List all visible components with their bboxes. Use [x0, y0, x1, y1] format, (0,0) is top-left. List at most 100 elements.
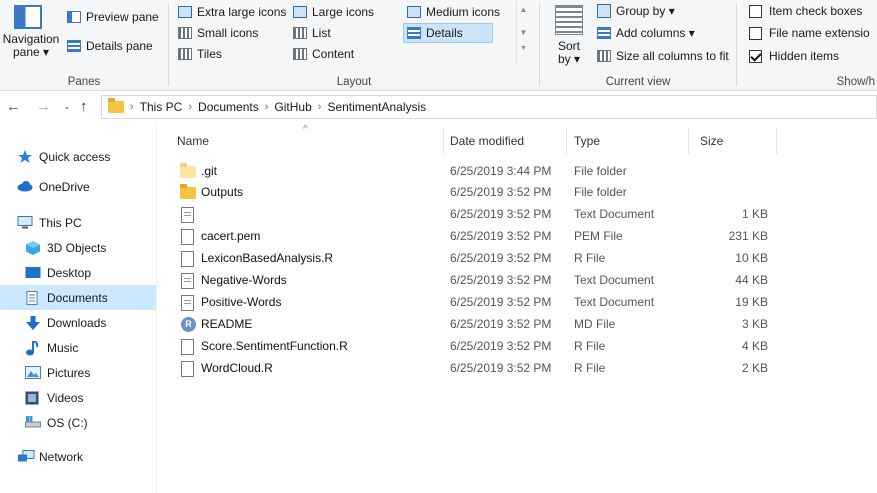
sidebar-item-3d-objects[interactable]: 3D Objects [0, 235, 156, 260]
pictures-icon [25, 366, 41, 379]
layout-small-icons[interactable]: Small icons [178, 26, 258, 40]
folder-icon [108, 98, 124, 113]
sort-by-button[interactable]: Sort by ▾ [548, 0, 590, 68]
sidebar-item-pictures[interactable]: Pictures [0, 360, 156, 385]
table-row[interactable]: Outputs 6/25/2019 3:52 PM File folder [175, 181, 775, 203]
preview-pane-button[interactable]: Preview pane [67, 10, 159, 24]
sidebar-item-music[interactable]: Music [0, 335, 156, 360]
file-type: MD File [574, 317, 616, 331]
column-divider[interactable] [443, 128, 444, 154]
preview-pane-icon [67, 11, 81, 23]
layout-content[interactable]: Content [293, 47, 354, 61]
sidebar-item-label: Music [47, 340, 79, 355]
breadcrumb-github[interactable]: GitHub [274, 100, 311, 114]
layout-option-label: Content [312, 47, 355, 61]
column-divider[interactable] [566, 128, 567, 154]
table-row[interactable]: .git 6/25/2019 3:44 PM File folder [175, 160, 775, 182]
details-pane-button[interactable]: Details pane [67, 39, 153, 53]
table-row[interactable]: Score.SentimentFunction.R 6/25/2019 3:52… [175, 335, 775, 357]
breadcrumb-sentimentanalysis[interactable]: SentimentAnalysis [327, 100, 426, 114]
preview-pane-label: Preview pane [86, 10, 159, 24]
back-arrow-icon[interactable]: ← [6, 98, 21, 115]
file-name: Negative-Words [201, 273, 287, 287]
column-header-date-modified[interactable]: Date modified [450, 134, 524, 148]
text-document-icon [181, 295, 194, 311]
chevron-up-icon[interactable]: ▲ [517, 5, 530, 14]
sidebar-item-downloads[interactable]: Downloads [0, 310, 156, 335]
group-by-button[interactable]: Group by ▾ [597, 4, 675, 18]
breadcrumb-separator-icon[interactable]: › [130, 101, 134, 113]
file-size: 19 KB [735, 295, 768, 309]
breadcrumb-documents[interactable]: Documents [198, 100, 259, 114]
file-icon [181, 251, 194, 267]
sidebar-item-quick-access[interactable]: Quick access [0, 144, 156, 169]
add-columns-button[interactable]: Add columns ▾ [597, 26, 695, 40]
table-row[interactable]: Negative-Words 6/25/2019 3:52 PM Text Do… [175, 269, 775, 291]
column-divider[interactable] [688, 128, 689, 154]
table-row[interactable]: Positive-Words 6/25/2019 3:52 PM Text Do… [175, 291, 775, 313]
column-header-name[interactable]: Name [177, 134, 209, 148]
sidebar-item-desktop[interactable]: Desktop [0, 260, 156, 285]
layout-list[interactable]: List [293, 26, 331, 40]
group-by-label: Group by ▾ [616, 4, 675, 18]
sidebar-item-videos[interactable]: Videos [0, 385, 156, 410]
item-check-boxes-checkbox[interactable] [749, 4, 762, 18]
extra-large-icons-icon [178, 6, 192, 18]
forward-arrow-icon[interactable]: → [36, 98, 51, 115]
hidden-items-toggle[interactable]: Hidden items [749, 49, 839, 63]
breadcrumb-separator-icon[interactable]: › [318, 101, 322, 113]
file-name-extensions-checkbox[interactable] [749, 26, 762, 40]
cube-icon [25, 241, 41, 255]
sidebar-item-documents[interactable]: Documents [0, 285, 156, 310]
table-row[interactable]: R README 6/25/2019 3:52 PM MD File 3 KB [175, 313, 775, 335]
file-name: .git [201, 164, 218, 178]
panes-group-label: Panes [67, 76, 101, 88]
table-row[interactable]: cacert.pem 6/25/2019 3:52 PM PEM File 23… [175, 225, 775, 247]
column-divider[interactable] [776, 128, 777, 154]
expand-gallery-icon[interactable]: ▾ [517, 43, 530, 52]
navigation-pane-button[interactable]: Navigation pane ▾ [0, 0, 62, 66]
sidebar-item-network[interactable]: Network [0, 444, 156, 469]
sidebar-item-label: Downloads [47, 315, 107, 330]
large-icons-icon [293, 6, 307, 18]
layout-tiles[interactable]: Tiles [178, 47, 222, 61]
layout-extra-large-icons[interactable]: Extra large icons [178, 5, 286, 19]
current-view-group-label: Current view [605, 76, 671, 88]
layout-large-icons[interactable]: Large icons [293, 5, 374, 19]
column-header-type[interactable]: Type [574, 134, 600, 148]
address-bar[interactable]: › This PC › Documents › GitHub › Sentime… [101, 95, 877, 119]
recent-locations-chevron-icon[interactable]: ⌄ [63, 101, 71, 112]
layout-option-label: Details [426, 26, 463, 40]
small-icons-icon [178, 27, 192, 39]
sidebar-item-this-pc[interactable]: This PC [0, 210, 156, 235]
star-icon [17, 150, 33, 163]
sidebar-item-os-c[interactable]: OS (C:) [0, 410, 156, 435]
table-row[interactable]: WordCloud.R 6/25/2019 3:52 PM R File 2 K… [175, 357, 775, 379]
file-date-modified: 6/25/2019 3:52 PM [450, 251, 552, 265]
hidden-items-checkbox[interactable] [749, 49, 762, 63]
breadcrumb-this-pc[interactable]: This PC [140, 100, 183, 114]
layout-gallery-scroller[interactable]: ▲ ▼ ▾ [516, 2, 530, 64]
table-row[interactable]: 6/25/2019 3:52 PM Text Document 1 KB [175, 203, 775, 225]
sidebar-item-onedrive[interactable]: OneDrive [0, 174, 156, 199]
breadcrumb-separator-icon[interactable]: › [265, 101, 269, 113]
file-type: Text Document [574, 273, 655, 287]
column-header-size[interactable]: Size [700, 134, 723, 148]
layout-medium-icons[interactable]: Medium icons [407, 5, 500, 19]
layout-option-label: Medium icons [426, 5, 501, 19]
layout-option-label: Tiles [197, 47, 222, 61]
breadcrumb-separator-icon[interactable]: › [188, 101, 192, 113]
table-row[interactable]: LexiconBasedAnalysis.R 6/25/2019 3:52 PM… [175, 247, 775, 269]
chevron-down-icon[interactable]: ▼ [517, 28, 530, 37]
address-row: ← → ⌄ ↑ › This PC › Documents › GitHub ›… [0, 92, 877, 123]
file-name-extensions-toggle[interactable]: File name extensio [749, 26, 870, 40]
size-all-columns-button[interactable]: Size all columns to fit [597, 49, 729, 63]
sidebar-item-label: Network [39, 449, 84, 464]
layout-details[interactable]: Details [407, 26, 463, 40]
item-check-boxes-toggle[interactable]: Item check boxes [749, 4, 862, 18]
up-arrow-icon[interactable]: ↑ [80, 98, 88, 115]
cloud-icon [17, 180, 33, 193]
medium-icons-icon [407, 6, 421, 18]
file-date-modified: 6/25/2019 3:52 PM [450, 207, 552, 221]
file-list: ^ Name Date modified Type Size .git 6/25… [157, 124, 877, 493]
